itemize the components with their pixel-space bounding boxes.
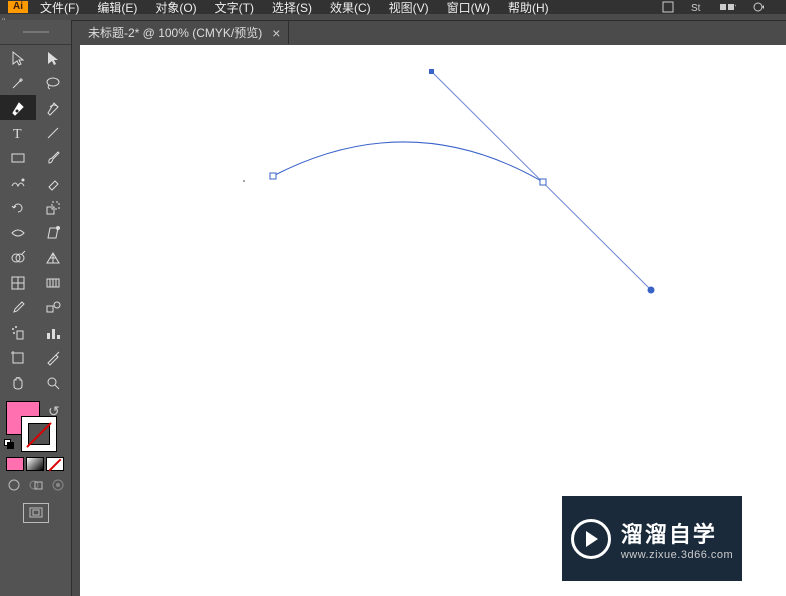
play-icon	[571, 519, 611, 559]
screen-mode-button[interactable]	[23, 503, 49, 523]
sf-icon[interactable]: St	[690, 0, 706, 14]
rotate-tool[interactable]	[0, 195, 36, 220]
anchor-point[interactable]	[270, 173, 276, 179]
mesh-tool[interactable]	[0, 270, 36, 295]
stray-dot	[243, 180, 245, 182]
menu-type[interactable]: 文字(T)	[213, 0, 256, 16]
document-tab[interactable]: 未标题-2* @ 100% (CMYK/预览) ×	[80, 21, 289, 44]
artboard-tool[interactable]	[0, 345, 36, 370]
svg-text:T: T	[13, 127, 22, 142]
eyedropper-tool[interactable]	[0, 295, 36, 320]
gradient-tool[interactable]	[36, 270, 72, 295]
toolbox: T	[0, 20, 72, 596]
watermark-title: 溜溜自学	[621, 517, 733, 549]
curvature-tool[interactable]	[36, 95, 72, 120]
draw-inside-icon[interactable]	[50, 477, 66, 493]
document-tab-title: 未标题-2* @ 100% (CMYK/预览)	[88, 24, 262, 41]
toolbox-grip[interactable]	[0, 20, 71, 45]
watermark-url: www.zixue.3d66.com	[621, 549, 733, 561]
watermark: 溜溜自学 www.zixue.3d66.com	[562, 496, 742, 581]
lasso-tool[interactable]	[36, 70, 72, 95]
column-graph-tool[interactable]	[36, 320, 72, 345]
handle-point[interactable]	[648, 287, 655, 294]
bezier-path[interactable]	[273, 142, 543, 182]
pen-tool[interactable]	[0, 95, 36, 120]
menu-help[interactable]: 帮助(H)	[506, 0, 551, 16]
anchor-point[interactable]	[540, 179, 546, 185]
grip-icon	[23, 31, 49, 33]
color-gradient-button[interactable]	[26, 457, 44, 471]
line-tool[interactable]	[36, 120, 72, 145]
width-tool[interactable]	[0, 220, 36, 245]
scale-tool[interactable]	[36, 195, 72, 220]
direct-selection-tool[interactable]	[36, 45, 72, 70]
menubar-right-icons: St ▾	[660, 0, 786, 14]
menu-file[interactable]: 文件(F)	[38, 0, 81, 16]
screen-mode-row	[0, 495, 71, 523]
color-solid-button[interactable]	[6, 457, 24, 471]
app-logo-ai: Ai	[8, 1, 28, 13]
close-tab-icon[interactable]: ×	[272, 27, 280, 39]
color-mode-row	[0, 455, 71, 475]
shape-builder-tool[interactable]	[0, 245, 36, 270]
menu-bar: Ai 文件(F) 编辑(E) 对象(O) 文字(T) 选择(S) 效果(C) 视…	[0, 0, 786, 14]
fill-stroke-swatches: ↺	[0, 401, 71, 455]
draw-mode-row	[0, 475, 71, 495]
color-none-button[interactable]	[46, 457, 64, 471]
free-transform-tool[interactable]	[36, 220, 72, 245]
stroke-swatch[interactable]	[22, 417, 56, 451]
draw-normal-icon[interactable]	[6, 477, 22, 493]
svg-text:St: St	[691, 3, 701, 13]
svg-text:▾: ▾	[735, 2, 736, 11]
slice-tool[interactable]	[36, 345, 72, 370]
handle-point[interactable]	[429, 69, 434, 74]
draw-behind-icon[interactable]	[28, 477, 44, 493]
selection-tool[interactable]	[0, 45, 36, 70]
blend-tool[interactable]	[36, 295, 72, 320]
swap-fill-stroke-icon[interactable]: ↺	[48, 403, 60, 420]
rectangle-tool[interactable]	[0, 145, 36, 170]
tool-grid: T	[0, 45, 71, 395]
eraser-tool[interactable]	[36, 170, 72, 195]
document-tabs: 未标题-2* @ 100% (CMYK/预览) ×	[80, 20, 289, 45]
paintbrush-tool[interactable]	[36, 145, 72, 170]
hand-tool[interactable]	[0, 370, 36, 395]
perspective-tool[interactable]	[36, 245, 72, 270]
menu-items: 文件(F) 编辑(E) 对象(O) 文字(T) 选择(S) 效果(C) 视图(V…	[38, 0, 551, 16]
menu-window[interactable]: 窗口(W)	[445, 0, 492, 16]
menu-view[interactable]: 视图(V)	[387, 0, 431, 16]
menu-effect[interactable]: 效果(C)	[328, 0, 373, 16]
default-fill-stroke-icon[interactable]	[4, 439, 14, 449]
layout-icon[interactable]: ▾	[720, 0, 736, 14]
menu-object[interactable]: 对象(O)	[153, 0, 198, 16]
shaper-tool[interactable]	[0, 170, 36, 195]
zoom-tool[interactable]	[36, 370, 72, 395]
type-tool[interactable]: T	[0, 120, 36, 145]
magic-wand-tool[interactable]	[0, 70, 36, 95]
menu-select[interactable]: 选择(S)	[270, 0, 314, 16]
menu-edit[interactable]: 编辑(E)	[95, 0, 139, 16]
symbol-sprayer-tool[interactable]	[0, 320, 36, 345]
doc-icon[interactable]	[660, 0, 676, 14]
refresh-icon[interactable]	[750, 0, 766, 14]
